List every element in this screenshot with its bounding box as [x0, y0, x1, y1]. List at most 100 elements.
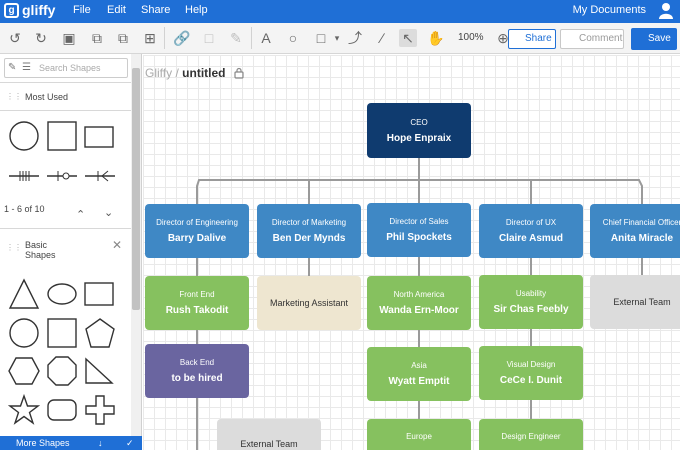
node-name: Wanda Ern-Moor: [379, 305, 459, 316]
org-node-front-end[interactable]: Front End Rush Takodit: [145, 276, 249, 330]
node-name: Rush Takodit: [165, 305, 229, 316]
node-name: Ben Der Mynds: [272, 233, 346, 244]
section-basic-line1: Basic: [25, 240, 48, 250]
text-tool-icon[interactable]: A: [257, 29, 275, 47]
comment-tool-icon[interactable]: □: [200, 29, 218, 47]
save-button[interactable]: Save: [631, 28, 677, 50]
connector-line-shape[interactable]: [8, 170, 40, 182]
circle-shape[interactable]: [8, 317, 40, 349]
drag-grip-icon[interactable]: ⋮⋮: [6, 244, 22, 252]
share-button[interactable]: Share: [508, 29, 556, 49]
download-icon[interactable]: ↓: [98, 436, 103, 450]
menu-edit[interactable]: Edit: [107, 4, 126, 16]
connector-dot-shape[interactable]: [46, 170, 78, 182]
comment-button[interactable]: Comment: [560, 29, 624, 49]
close-icon[interactable]: ✕: [112, 238, 122, 252]
pointer-tool-icon[interactable]: ↖: [399, 29, 417, 47]
org-node-marketing-assistant[interactable]: Marketing Assistant: [257, 276, 361, 330]
layers-icon[interactable]: ☰: [22, 62, 31, 73]
comment-label: Comment: [579, 33, 623, 44]
org-node-director-ux[interactable]: Director of UX Claire Asmud: [479, 204, 583, 258]
group-icon[interactable]: ⧉: [88, 29, 106, 47]
ellipse-tool-icon[interactable]: ○: [284, 29, 302, 47]
node-role: Europe: [406, 432, 432, 441]
chevron-up-icon[interactable]: ⌃: [76, 208, 85, 221]
copy-icon[interactable]: ⧉: [114, 29, 132, 47]
org-node-north-america[interactable]: North America Wanda Ern-Moor: [367, 276, 471, 330]
rounded-rectangle-shape[interactable]: [46, 398, 78, 422]
panel-scrollbar-thumb[interactable]: [132, 68, 140, 310]
shape-pager: 1 - 6 of 10: [4, 204, 45, 214]
hexagon-shape[interactable]: [8, 356, 40, 386]
diagram-canvas[interactable]: Gliffy / untitled CEO Hope Enpraix Direc…: [143, 55, 680, 450]
palette-icon[interactable]: ✎: [8, 62, 16, 73]
chevron-down-icon[interactable]: ⌄: [104, 206, 113, 219]
node-role: Marketing Assistant: [269, 298, 349, 308]
square-shape[interactable]: [46, 120, 78, 152]
node-role: CEO: [410, 117, 428, 127]
circle-shape[interactable]: [8, 120, 40, 152]
chevron-down-icon[interactable]: ▾: [328, 29, 346, 47]
org-node-external-team[interactable]: External Team: [590, 275, 680, 329]
org-node-usability[interactable]: Usability Sir Chas Feebly: [479, 275, 583, 329]
org-node-asia[interactable]: Asia Wyatt Emptit: [367, 347, 471, 401]
toolbar-separator: [164, 27, 165, 49]
check-icon[interactable]: ✓: [126, 436, 134, 450]
org-node-design-engineer[interactable]: Design Engineer: [479, 419, 583, 450]
octagon-shape[interactable]: [46, 355, 78, 387]
org-node-cfo[interactable]: Chief Financial Officer Anita Miracle: [590, 204, 680, 258]
connector-tool-icon[interactable]: ⤴: [346, 29, 364, 47]
node-role: Back End: [179, 358, 215, 367]
line-tool-icon[interactable]: ∕: [373, 29, 391, 47]
pan-tool-icon[interactable]: ✋: [427, 29, 445, 47]
shape-library-panel: Search Shapes ✎ ☰ ⋮⋮ Most Used 1 - 6 of …: [0, 54, 142, 450]
redo-icon[interactable]: ↻: [32, 29, 50, 47]
org-node-director-sales[interactable]: Director of Sales Phil Spockets: [367, 203, 471, 257]
org-node-director-engineering[interactable]: Director of Engineering Barry Dalive: [145, 204, 249, 258]
rectangle-shape[interactable]: [84, 126, 114, 148]
format-icon[interactable]: ✎: [227, 29, 245, 47]
node-name: Phil Spockets: [386, 232, 452, 243]
menu-help[interactable]: Help: [185, 4, 208, 16]
zoom-level[interactable]: 100%: [458, 32, 484, 43]
org-node-visual-design[interactable]: Visual Design CeCe I. Dunit: [479, 346, 583, 400]
node-role: North America: [393, 290, 445, 299]
section-most-used[interactable]: Most Used: [25, 92, 68, 102]
menu-file[interactable]: File: [73, 4, 91, 16]
pentagon-shape[interactable]: [84, 317, 116, 349]
org-node-europe[interactable]: Europe: [367, 419, 471, 450]
link-icon[interactable]: 🔗: [173, 29, 191, 47]
section-basic-shapes[interactable]: Basic Shapes: [25, 240, 56, 260]
node-role: Visual Design: [506, 360, 556, 369]
node-role: Director of Sales: [389, 217, 449, 226]
user-icon[interactable]: [658, 2, 674, 20]
org-node-ceo[interactable]: CEO Hope Enpraix: [367, 103, 471, 158]
node-role: Chief Financial Officer: [602, 218, 680, 227]
menu-share[interactable]: Share: [141, 4, 170, 16]
toolbar: ↺ ↻ ▣ ⧉ ⧉ ⊞ 🔗 □ ✎ A ○ □ ▾ ⤴ ∕ ↖ ✋ 100% ⊕…: [0, 23, 680, 54]
star-shape[interactable]: [8, 394, 40, 426]
node-name: Sir Chas Feebly: [493, 304, 569, 315]
my-documents-link[interactable]: My Documents: [573, 4, 646, 16]
gliffy-logo[interactable]: g gliffy: [4, 2, 55, 18]
section-basic-line2: Shapes: [25, 250, 56, 260]
org-node-back-end[interactable]: Back End to be hired: [145, 344, 249, 398]
undo-icon[interactable]: ↺: [6, 29, 24, 47]
cross-shape[interactable]: [84, 394, 116, 426]
org-node-external-team-2[interactable]: External Team: [217, 419, 321, 450]
right-triangle-shape[interactable]: [84, 357, 114, 385]
node-name: Hope Enpraix: [386, 132, 452, 144]
ellipse-shape[interactable]: [46, 282, 78, 306]
connector-arrow-shape[interactable]: [84, 170, 116, 182]
org-node-director-marketing[interactable]: Director of Marketing Ben Der Mynds: [257, 204, 361, 258]
fit-page-icon[interactable]: ▣: [60, 29, 78, 47]
more-shapes-bar[interactable]: More Shapes ↓ ✓: [0, 436, 142, 450]
arrange-icon[interactable]: ⊞: [141, 29, 159, 47]
node-role: Usability: [515, 289, 547, 298]
square-shape[interactable]: [46, 317, 78, 349]
node-role: External Team: [240, 439, 298, 449]
logo-text: gliffy: [22, 2, 56, 18]
drag-grip-icon[interactable]: ⋮⋮: [6, 93, 22, 101]
rectangle-shape[interactable]: [84, 282, 114, 306]
triangle-shape[interactable]: [8, 278, 40, 310]
